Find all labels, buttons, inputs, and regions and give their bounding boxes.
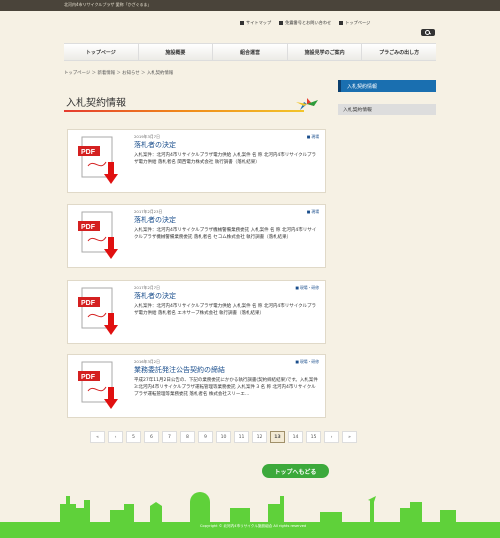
- page-next[interactable]: ›: [324, 431, 339, 443]
- post-title[interactable]: 落札者の決定: [134, 215, 176, 225]
- nav-item-plastic[interactable]: プラごみの出し方: [362, 44, 436, 60]
- site-tagline: 北河内4市リサイクルプラザ 愛称「かざぐるま」: [64, 2, 152, 7]
- header-link-top[interactable]: トップページ: [339, 20, 370, 26]
- nav-item-operation[interactable]: 組合運営: [213, 44, 288, 60]
- pdf-icon: PDF: [78, 211, 118, 259]
- page-last[interactable]: »: [342, 431, 357, 443]
- post-excerpt: 平成27年11月2日公告の、下記の業務委託にかかる執行調書(契約締結結果)です。…: [134, 378, 318, 397]
- svg-text:PDF: PDF: [81, 224, 96, 231]
- copyright: Copyright © 北河内4市リサイクル施設組合 All rights re…: [200, 524, 307, 528]
- nav-item-top[interactable]: トップページ: [64, 44, 139, 60]
- pdf-icon: PDF: [78, 136, 118, 184]
- post-category[interactable]: ■ 現場: [307, 209, 319, 215]
- page-link[interactable]: 10: [216, 431, 231, 443]
- page-link[interactable]: 7: [162, 431, 177, 443]
- title-underline: [64, 110, 304, 112]
- sidebar-heading: 入札契約情報: [338, 80, 436, 92]
- list-item[interactable]: PDF 2017年2月23日 ■ 現場 落札者の決定 入札案件：北河内4市リサイ…: [67, 204, 326, 268]
- list-item[interactable]: PDF 2019年3月7日 ■ 現場 落札者の決定 入札案件：北河内4市リサイク…: [67, 129, 326, 193]
- page-link[interactable]: 14: [288, 431, 303, 443]
- breadcrumb[interactable]: トップページ ＞ 新着情報 ＞ お知らせ ＞ 入札契約情報: [64, 70, 173, 76]
- pagination: « ‹ 5 6 7 8 9 10 11 12 13 14 15 › »: [90, 431, 357, 443]
- post-category[interactable]: ■ 現場・研修: [295, 359, 319, 365]
- sidebar-item[interactable]: 入札契約情報: [338, 104, 436, 115]
- page-link[interactable]: 9: [198, 431, 213, 443]
- header-link-sitemap[interactable]: サイトマップ: [240, 20, 271, 26]
- search-button[interactable]: [421, 29, 435, 36]
- page-link[interactable]: 11: [234, 431, 249, 443]
- city-silhouette: [60, 492, 456, 522]
- post-title[interactable]: 業務委託発注公告契約の締結: [134, 365, 225, 375]
- page-link[interactable]: 12: [252, 431, 267, 443]
- header-link-contact[interactable]: 免震番号とお問い合わせ: [279, 20, 331, 26]
- page-title-block: 入札契約情報: [64, 92, 326, 112]
- post-category[interactable]: ■ 現場・研修: [295, 285, 319, 291]
- bullet-icon: [240, 21, 244, 25]
- svg-text:PDF: PDF: [81, 300, 96, 307]
- post-category[interactable]: ■ 現場: [307, 134, 319, 140]
- list-item[interactable]: PDF 2016年3月2日 ■ 現場・研修 業務委託発注公告契約の締結 平成27…: [67, 354, 326, 418]
- pdf-icon: PDF: [78, 361, 118, 409]
- post-excerpt: 入札案件：北河内4市リサイクルプラザ機械警備業務委託 入札案件 名 称 北河内4…: [134, 228, 317, 240]
- back-to-top-button[interactable]: トップへもどる: [262, 464, 329, 478]
- post-excerpt: 入札案件：北河内4市リサイクルプラザ電力供給 入札案件 名 称 北河内4市リサイ…: [134, 304, 316, 316]
- nav-item-tour[interactable]: 施設見学のご案内: [287, 44, 363, 60]
- svg-text:PDF: PDF: [81, 374, 96, 381]
- bullet-icon: [339, 21, 344, 25]
- svg-text:PDF: PDF: [81, 149, 96, 156]
- post-title[interactable]: 落札者の決定: [134, 140, 176, 150]
- list-item[interactable]: PDF 2017年2月7日 ■ 現場・研修 落札者の決定 入札案件：北河内4市リ…: [67, 280, 326, 344]
- page-first[interactable]: «: [90, 431, 105, 443]
- page-link[interactable]: 8: [180, 431, 195, 443]
- page-link[interactable]: 6: [144, 431, 159, 443]
- footer: Copyright © 北河内4市リサイクル施設組合 All rights re…: [0, 522, 500, 538]
- page-link[interactable]: 5: [126, 431, 141, 443]
- page-prev[interactable]: ‹: [108, 431, 123, 443]
- sidebar: 入札契約情報 入札契約情報: [338, 80, 436, 122]
- top-bar: 北河内4市リサイクルプラザ 愛称「かざぐるま」: [0, 0, 500, 11]
- page-current[interactable]: 13: [270, 431, 285, 443]
- windmill-icon: [296, 98, 318, 110]
- post-title[interactable]: 落札者の決定: [134, 291, 176, 301]
- page-link[interactable]: 15: [306, 431, 321, 443]
- post-excerpt: 入札案件：北河内4市リサイクルプラザ電力供給 入札案件 名 称 北河内4市リサイ…: [134, 153, 316, 165]
- pdf-icon: PDF: [78, 287, 118, 335]
- header-links: サイトマップ 免震番号とお問い合わせ トップページ: [240, 20, 370, 26]
- page-title: 入札契約情報: [66, 98, 126, 109]
- main-nav: トップページ 施設概要 組合運営 施設見学のご案内 プラごみの出し方: [64, 43, 436, 61]
- nav-item-facility[interactable]: 施設概要: [138, 44, 214, 60]
- bullet-icon: [279, 21, 284, 25]
